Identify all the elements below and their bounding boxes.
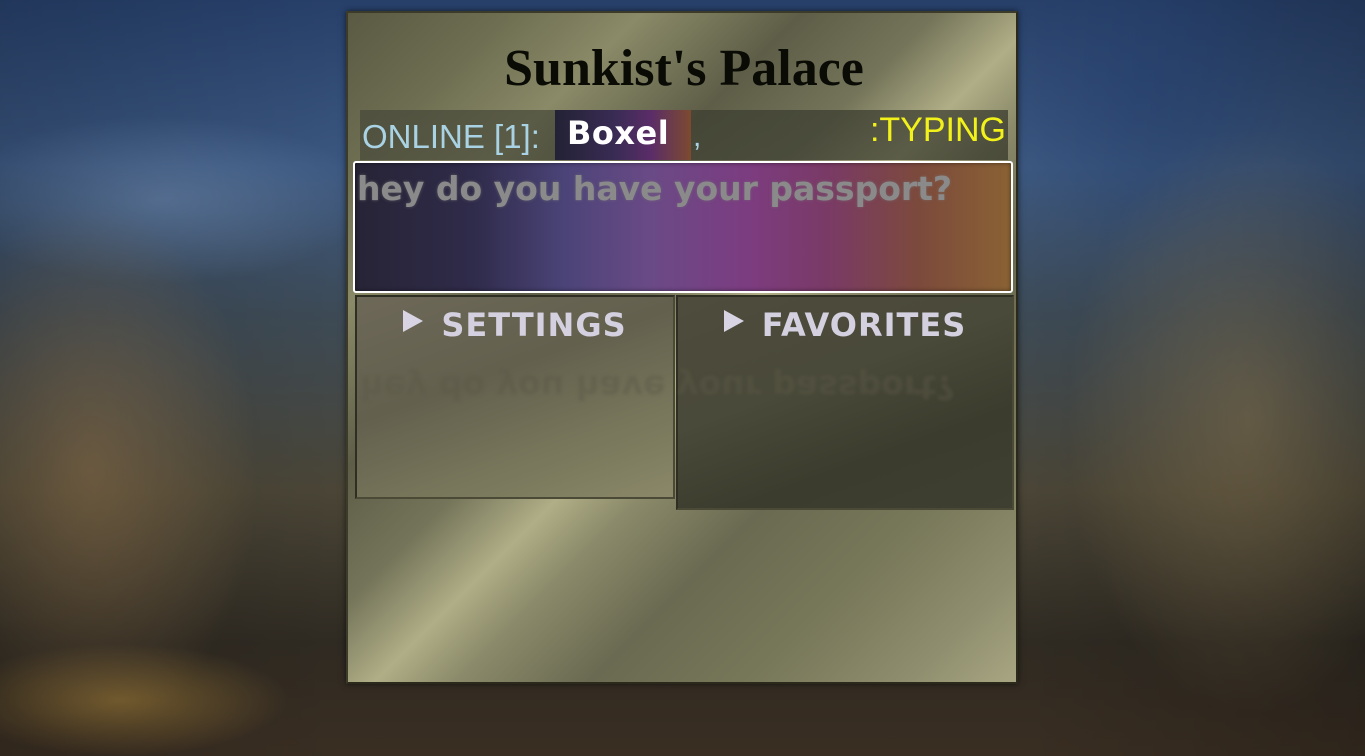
- user-separator: ,: [693, 120, 702, 153]
- room-title: Sunkist's Palace: [504, 40, 864, 97]
- user-chip-boxel[interactable]: Boxel: [555, 110, 691, 160]
- favorites-label: FAVORITES: [761, 306, 967, 344]
- message-input[interactable]: hey do you have your passport?: [353, 161, 1013, 293]
- settings-label: SETTINGS: [441, 306, 627, 344]
- online-count-label: ONLINE [1]:: [362, 118, 540, 155]
- message-text: hey do you have your passport?: [357, 169, 953, 208]
- favorites-toggle[interactable]: FAVORITES: [678, 309, 1012, 341]
- online-users-bar: ONLINE [1]: Boxel , :TYPING: [360, 110, 1008, 160]
- user-name: Boxel: [567, 114, 670, 152]
- settings-panel: SETTINGS: [355, 295, 675, 499]
- triangle-right-icon: [403, 310, 424, 332]
- triangle-right-icon: [723, 310, 744, 332]
- settings-toggle[interactable]: SETTINGS: [357, 309, 673, 341]
- favorites-panel: FAVORITES: [676, 295, 1014, 510]
- typing-indicator: :TYPING: [869, 111, 1006, 149]
- chat-window: Sunkist's Palace ONLINE [1]: Boxel , :TY…: [346, 11, 1018, 684]
